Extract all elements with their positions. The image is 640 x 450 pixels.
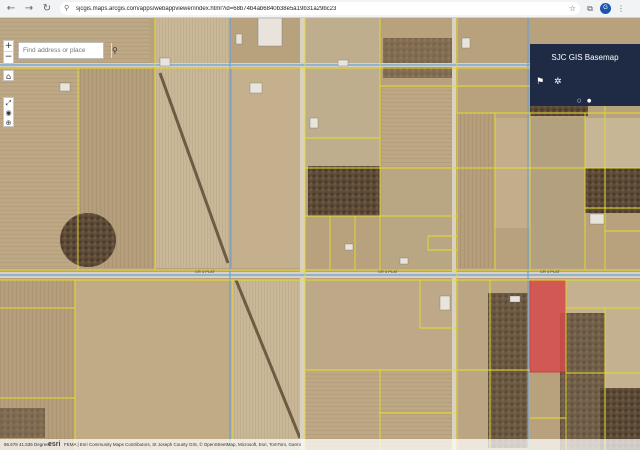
extensions-icon[interactable]: ⧉ (584, 3, 596, 15)
esri-logo[interactable]: esri (48, 441, 60, 448)
search-input[interactable] (23, 47, 111, 54)
forward-arrow-icon[interactable]: → (22, 2, 36, 16)
bookmark-star-icon[interactable]: ☆ (569, 4, 576, 13)
legend-icon[interactable]: ⚑ (536, 77, 544, 87)
page-indicator[interactable]: ○ ● (577, 98, 593, 104)
basemap-panel: SJC GIS Basemap ⚑ ✲ ○ ● (530, 44, 640, 106)
zoom-control: + − (3, 40, 14, 64)
crosshair-icon[interactable]: ⊕ (4, 118, 13, 128)
map-tools: ⤢ ◉ ⊕ (3, 97, 14, 127)
road-label: CR 4 PLAT (540, 269, 560, 274)
search-widget: ⚲ (18, 42, 118, 59)
zoom-out-button[interactable]: − (4, 52, 13, 63)
reload-icon[interactable]: ↻ (40, 2, 54, 16)
zoom-in-button[interactable]: + (4, 41, 13, 52)
home-button[interactable]: ⌂ (3, 70, 14, 81)
basemap-title: SJC GIS Basemap (551, 53, 619, 62)
address-bar[interactable]: ⚲ sjcgis.maps.arcgis.com/apps/webappview… (60, 2, 580, 15)
coordinate-readout: 86.678 41.535 Degrees (4, 442, 52, 447)
attribution-text: FEMA | Esri Community Maps Contributors,… (64, 442, 301, 447)
browser-menu-icon[interactable]: ⋮ (615, 3, 627, 15)
address-url[interactable]: sjcgis.maps.arcgis.com/apps/webappviewer… (76, 6, 336, 12)
map-view[interactable]: CR 4 PLAT CR 4 PLAT CR 4 PLAT + − ⌂ ⚲ ⤢ … (0, 18, 640, 450)
attribution-bar: 86.678 41.535 Degrees esri FEMA | Esri C… (0, 439, 640, 450)
road-label: CR 4 PLAT (195, 269, 215, 274)
road-label: CR 4 PLAT (378, 269, 398, 274)
fullscreen-icon[interactable]: ⤢ (4, 98, 13, 108)
basemap-gallery-icon[interactable]: ✲ (554, 77, 562, 87)
search-icon[interactable]: ⚲ (111, 43, 118, 58)
browser-toolbar: ← → ↻ ⚲ sjcgis.maps.arcgis.com/apps/weba… (0, 0, 640, 18)
profile-avatar[interactable]: G (600, 3, 611, 14)
locate-icon[interactable]: ◉ (4, 108, 13, 118)
back-arrow-icon[interactable]: ← (4, 2, 18, 16)
site-info-icon[interactable]: ⚲ (64, 4, 73, 13)
